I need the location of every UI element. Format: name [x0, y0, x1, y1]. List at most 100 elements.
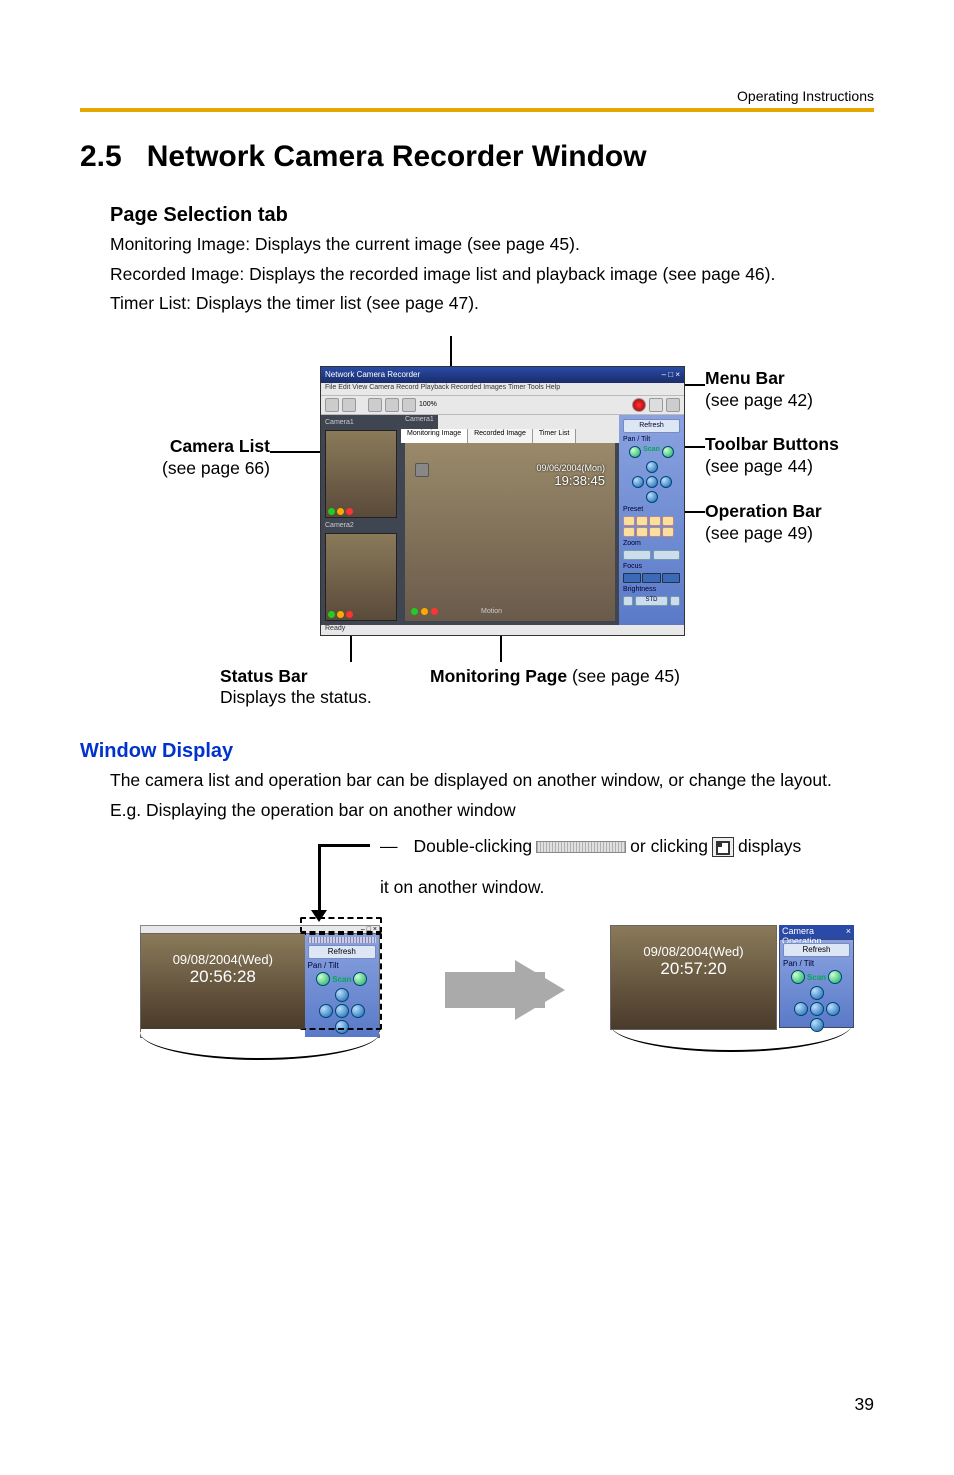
status-bar: Ready: [321, 625, 684, 635]
tab-timer[interactable]: Timer List: [533, 429, 576, 443]
motion-label: Motion: [481, 608, 502, 615]
callout-monitoring-title: Monitoring Page: [430, 666, 567, 686]
camera1-thumb[interactable]: [325, 430, 397, 518]
instruction-text: — Double-clicking or clicking displays i…: [380, 830, 880, 905]
preset-2[interactable]: [636, 516, 648, 526]
callout-toolbar-sub: (see page 44): [705, 456, 813, 476]
camera2-thumb[interactable]: [325, 533, 397, 621]
mini-r-up[interactable]: [810, 986, 824, 1000]
header-rule: [80, 108, 874, 112]
toolbar-forward-icon[interactable]: [342, 398, 356, 412]
page-tabs: Camera1: [401, 415, 619, 429]
page-number: 39: [855, 1394, 874, 1415]
tilt-down-icon[interactable]: [646, 491, 658, 503]
tilt-right-icon[interactable]: [660, 476, 672, 488]
toolbar-grid-icon[interactable]: [385, 398, 399, 412]
mini-left-date: 09/08/2004(Wed): [141, 952, 305, 967]
status-dot-3: [431, 608, 438, 615]
mini-right-op: Refresh Pan / Tilt Scan: [779, 939, 854, 1028]
zoom-value: 100%: [419, 401, 437, 408]
mini-r-l[interactable]: [794, 1002, 808, 1016]
mute-icon[interactable]: [415, 463, 429, 477]
date-text: 09/06/2004(Mon): [536, 463, 605, 473]
mini-r-pan-r[interactable]: [828, 970, 842, 984]
callout-monitoring: Monitoring Page (see page 45): [430, 666, 680, 687]
operation-bar-panel: Refresh Pan / Tilt Scan Preset: [619, 415, 684, 625]
bright-up-icon[interactable]: [670, 596, 680, 606]
refresh-button[interactable]: Refresh: [623, 419, 680, 433]
pantilt-label: Pan / Tilt: [623, 436, 680, 443]
focus-far-icon[interactable]: [662, 573, 680, 583]
running-head: Operating Instructions: [737, 88, 874, 104]
preset-buttons: [623, 516, 680, 537]
stop-icon[interactable]: [666, 398, 680, 412]
main-figure: Network Camera Recorder – □ × File Edit …: [80, 336, 874, 706]
window-controls: – □ ×: [662, 370, 680, 379]
preset-4[interactable]: [662, 516, 674, 526]
camera-list-panel: Camera1 Camera2: [321, 415, 401, 625]
live-image[interactable]: 09/06/2004(Mon) 19:38:45 Motion: [405, 443, 615, 621]
focus-label: Focus: [623, 563, 680, 570]
zoom-in-icon[interactable]: [653, 550, 681, 560]
preset-5[interactable]: [623, 527, 635, 537]
brightness-label: Brightness: [623, 586, 680, 593]
zoom-out-icon[interactable]: [623, 550, 651, 560]
mini-r-pantilt: Pan / Tilt: [783, 959, 850, 968]
record-icon[interactable]: [632, 398, 646, 412]
tab-recorded[interactable]: Recorded Image: [468, 429, 533, 443]
camera2-label: Camera2: [325, 522, 397, 529]
preset-6[interactable]: [636, 527, 648, 537]
window-titlebar: Network Camera Recorder – □ ×: [321, 367, 684, 383]
tilt-left-icon[interactable]: [632, 476, 644, 488]
close-icon[interactable]: ×: [846, 926, 851, 938]
pan-right-icon[interactable]: [662, 446, 674, 458]
pan-left-icon[interactable]: [629, 446, 641, 458]
toolbar-back-icon[interactable]: [325, 398, 339, 412]
tilt-center-icon[interactable]: [646, 476, 658, 488]
scan-label: Scan: [643, 446, 660, 458]
body-line-3: Timer List: Displays the timer list (see…: [110, 292, 874, 316]
toolbar: 100%: [321, 395, 684, 415]
tilt-up-icon[interactable]: [646, 461, 658, 473]
preset-7[interactable]: [649, 527, 661, 537]
toolbar-zoom-icon[interactable]: [402, 398, 416, 412]
callout-toolbar: Toolbar Buttons (see page 44): [705, 434, 839, 478]
wd-body-1: The camera list and operation bar can be…: [110, 769, 874, 793]
active-camera-label: Camera1: [401, 415, 438, 429]
body-line-1: Monitoring Image: Displays the current i…: [110, 233, 874, 257]
callout-menu-bar: Menu Bar (see page 42): [705, 368, 813, 412]
preset-3[interactable]: [649, 516, 661, 526]
focus-near-icon[interactable]: [623, 573, 641, 583]
mini-after: 09/08/2004(Wed) 20:57:20 Camera Operatio…: [610, 925, 850, 1052]
grip-icon: [536, 841, 626, 853]
timestamp-overlay: 09/06/2004(Mon) 19:38:45: [536, 463, 605, 488]
preset-1[interactable]: [623, 516, 635, 526]
mini-r-d[interactable]: [810, 1018, 824, 1032]
pause-icon[interactable]: [649, 398, 663, 412]
wd-body-2: E.g. Displaying the operation bar on ano…: [110, 799, 874, 823]
menu-bar[interactable]: File Edit View Camera Record Playback Re…: [321, 383, 684, 395]
bright-down-icon[interactable]: [623, 596, 633, 606]
callout-toolbar-title: Toolbar Buttons: [705, 434, 839, 454]
mini-r-c[interactable]: [810, 1002, 824, 1016]
mini-dash-panel: [300, 933, 382, 1030]
panel-title-text: Camera Operation: [782, 926, 846, 938]
focus-auto-icon[interactable]: [642, 573, 660, 583]
callout-monitoring-sub: (see page 45): [567, 666, 680, 686]
mini-r-scan: Scan: [807, 973, 826, 982]
monitoring-panel: Camera1 Monitoring Image Recorded Image …: [401, 415, 619, 625]
callout-status: Status Bar Displays the status.: [220, 666, 372, 708]
instr-part2: or clicking: [630, 830, 708, 863]
instr-part1: Double-clicking: [414, 830, 533, 863]
section-title: Network Camera Recorder Window: [147, 140, 647, 173]
mini-r-refresh[interactable]: Refresh: [783, 943, 850, 957]
mini-r-r[interactable]: [826, 1002, 840, 1016]
preset-8[interactable]: [662, 527, 674, 537]
tab-monitoring[interactable]: Monitoring Image: [401, 429, 468, 443]
mini-r-pan-l[interactable]: [791, 970, 805, 984]
window-title: Network Camera Recorder: [325, 370, 420, 379]
lower-figure: — Double-clicking or clicking displays i…: [80, 830, 874, 1090]
toolbar-layout-icon[interactable]: [368, 398, 382, 412]
bright-std[interactable]: STD: [635, 596, 668, 606]
mini-before: – □ × 09/08/2004(Wed) 20:56:28 Refresh P…: [140, 925, 380, 1060]
